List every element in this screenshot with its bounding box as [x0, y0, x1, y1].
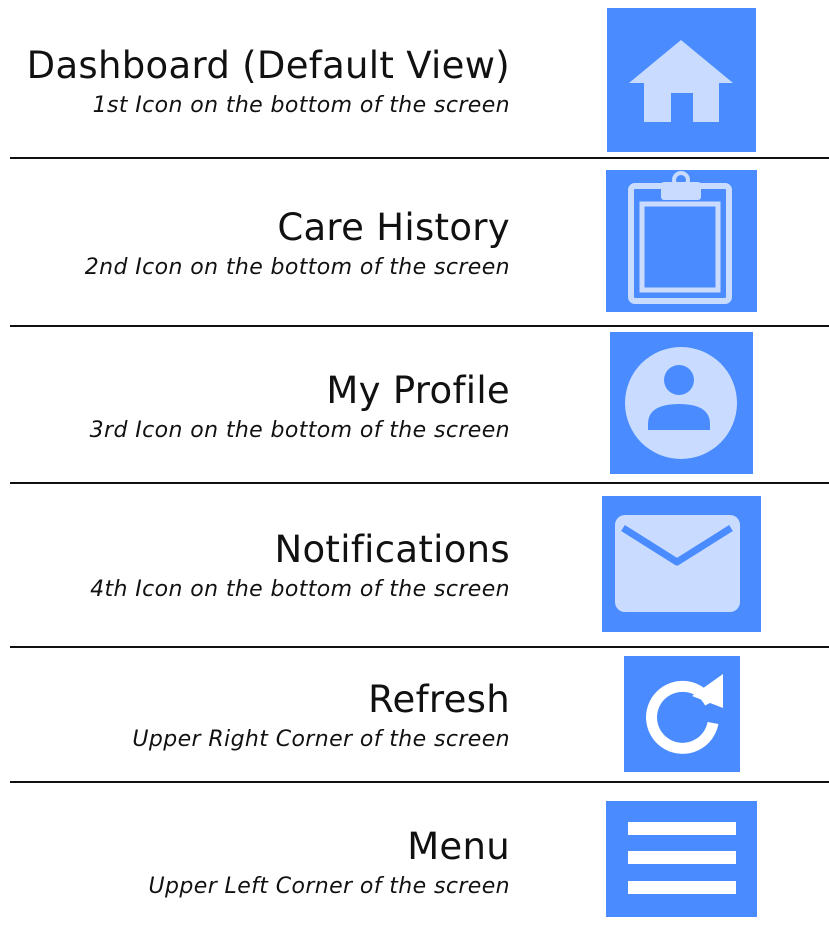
legend-row-notifications: Notifications 4th Icon on the bottom of …	[0, 484, 829, 647]
home-icon	[607, 8, 756, 152]
legend-row-menu: Menu Upper Left Corner of the screen	[0, 783, 829, 932]
legend-row-care-history: Care History 2nd Icon on the bottom of t…	[0, 159, 829, 326]
item-subtitle: Upper Left Corner of the screen	[148, 874, 510, 899]
legend-text: Notifications 4th Icon on the bottom of …	[90, 528, 510, 604]
refresh-icon	[624, 656, 740, 772]
item-subtitle: 2nd Icon on the bottom of the screen	[84, 255, 510, 280]
legend-row-refresh: Refresh Upper Right Corner of the screen	[0, 648, 829, 783]
person-icon	[610, 332, 753, 474]
legend-row-dashboard: Dashboard (Default View) 1st Icon on the…	[0, 0, 829, 158]
item-title: Care History	[277, 206, 510, 249]
legend-text: Care History 2nd Icon on the bottom of t…	[85, 206, 510, 282]
legend-text: Menu Upper Left Corner of the screen	[149, 825, 510, 901]
clipboard-icon	[606, 170, 757, 312]
legend-text: Refresh Upper Right Corner of the screen	[132, 678, 510, 754]
item-title: Dashboard (Default View)	[26, 44, 510, 87]
envelope-icon	[602, 496, 761, 632]
item-title: My Profile	[326, 369, 510, 412]
item-subtitle: 4th Icon on the bottom of the screen	[90, 577, 510, 602]
item-title: Menu	[407, 825, 510, 868]
legend-row-my-profile: My Profile 3rd Icon on the bottom of the…	[0, 327, 829, 483]
item-title: Notifications	[274, 528, 510, 571]
menu-icon	[606, 801, 757, 917]
item-subtitle: 3rd Icon on the bottom of the screen	[89, 418, 510, 443]
item-subtitle: Upper Right Corner of the screen	[132, 727, 510, 752]
item-subtitle: 1st Icon on the bottom of the screen	[92, 93, 510, 118]
legend-text: Dashboard (Default View) 1st Icon on the…	[27, 44, 510, 120]
item-title: Refresh	[368, 678, 510, 721]
legend-text: My Profile 3rd Icon on the bottom of the…	[90, 369, 510, 445]
